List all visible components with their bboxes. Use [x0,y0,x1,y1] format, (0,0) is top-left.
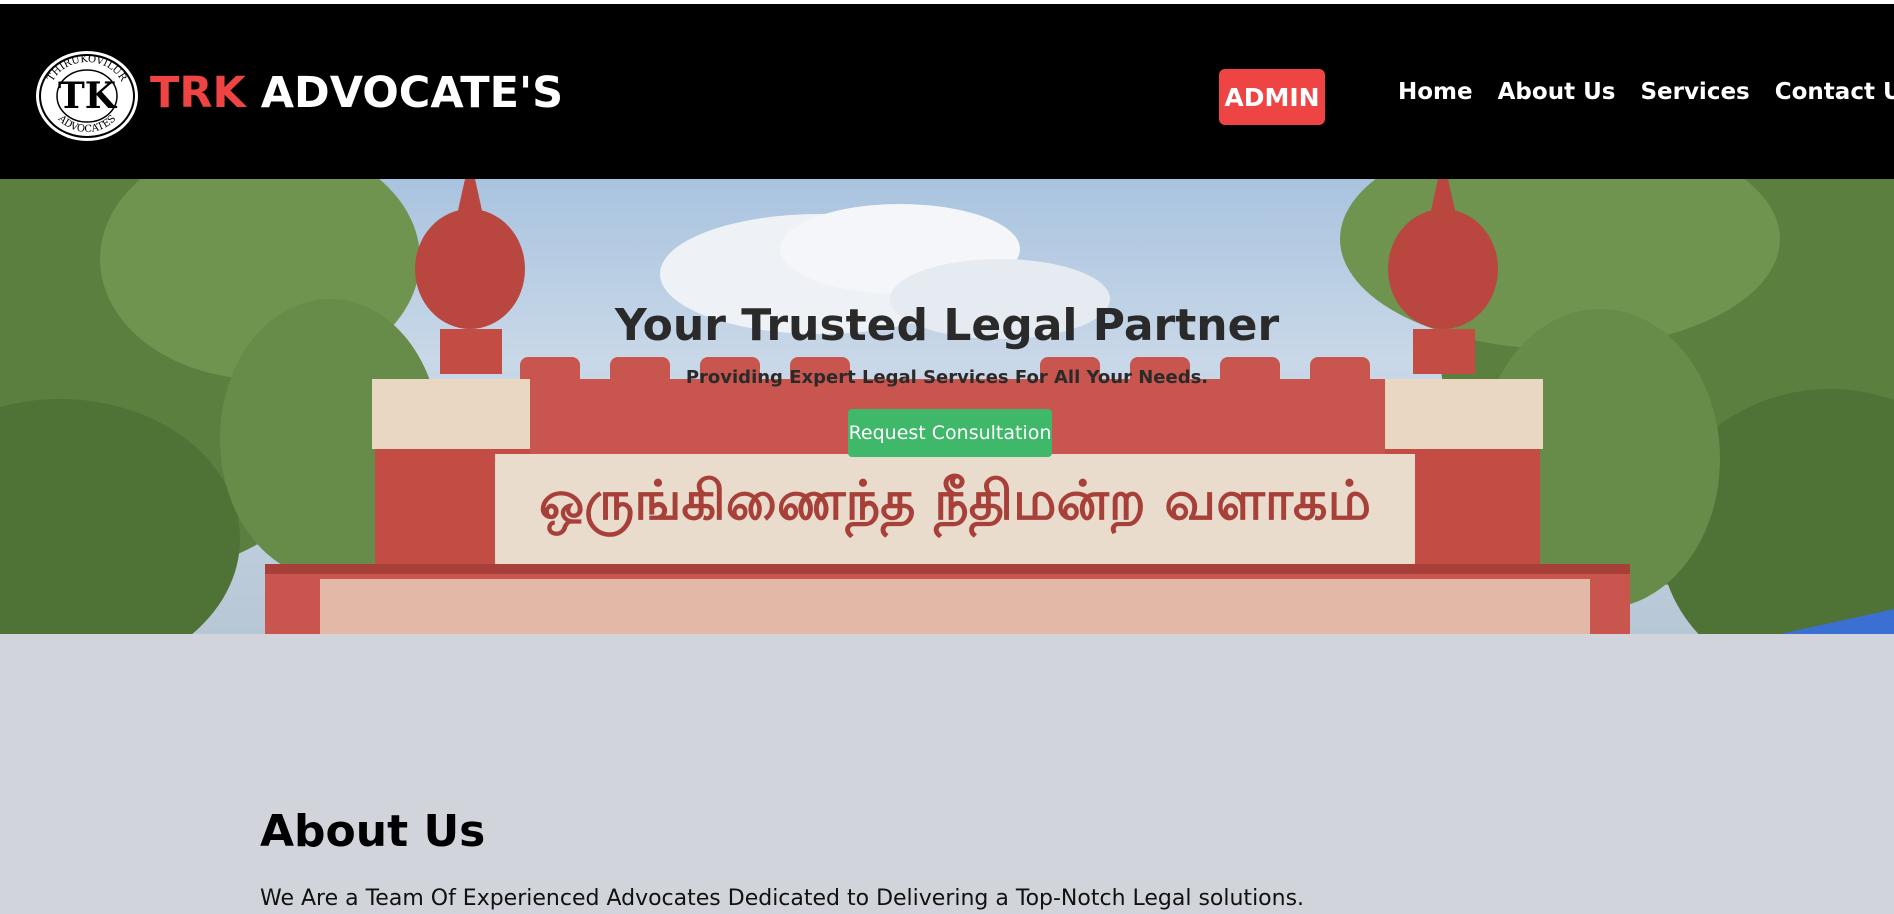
admin-button[interactable]: ADMIN [1219,69,1325,125]
about-text: We Are a Team Of Experienced Advocates D… [260,886,1305,911]
brand-name[interactable]: TRK ADVOCATE'S [150,67,563,119]
nav-contact-us[interactable]: Contact Us [1775,74,1894,110]
arch-inscription: ஒருங்கிணைந்த நீதிமன்ற வளாகம் [539,469,1371,539]
nav-services[interactable]: Services [1640,74,1749,110]
brand-name-part1: TRK [150,68,246,118]
about-section: About Us We Are a Team Of Experienced Ad… [0,634,1894,912]
logo-monogram: TK [58,75,118,117]
hero-background-image: ஒருங்கிணைந்த நீதிமன்ற வளாகம் [0,179,1894,634]
main-nav: Home About Us Services Contact Us [1398,74,1894,110]
brand-name-part2: ADVOCATE'S [260,68,564,118]
hero-subtitle: Providing Expert Legal Services For All … [685,367,1209,388]
logo-emblem-icon: TK THIRUKOVILUR ADVOCATES [36,51,138,141]
about-heading: About Us [260,806,486,857]
nav-about-us[interactable]: About Us [1498,74,1616,110]
nav-home[interactable]: Home [1398,74,1473,110]
site-header: TK THIRUKOVILUR ADVOCATES TRK ADVOCATE'S… [0,4,1894,179]
hero-title: Your Trusted Legal Partner [614,300,1280,351]
request-consultation-button[interactable]: Request Consultation [848,409,1052,457]
logo[interactable]: TK THIRUKOVILUR ADVOCATES [35,50,139,142]
hero-section: ஒருங்கிணைந்த நீதிமன்ற வளாகம் Your Truste… [0,179,1894,634]
